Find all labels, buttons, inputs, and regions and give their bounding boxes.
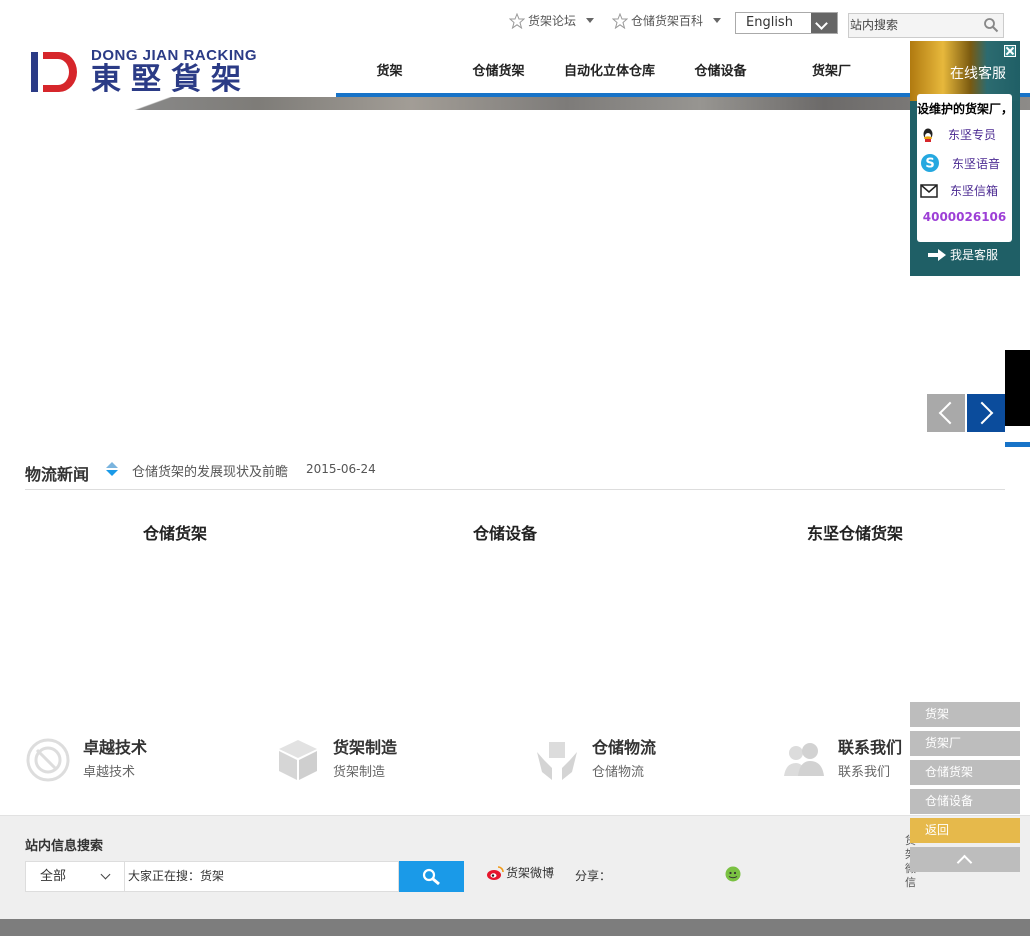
top-utility-bar: 货架论坛 仓储货架百科 bbox=[509, 12, 739, 29]
skype-icon: S bbox=[921, 154, 939, 172]
online-service-panel: 在线客服 设维护的货架厂， 东坚专员 S 东坚语音 东坚信箱 400002610… bbox=[910, 41, 1020, 276]
site-search-placeholder: 站内搜索 bbox=[850, 18, 899, 32]
footer-search-button[interactable] bbox=[399, 861, 464, 892]
email-label: 东坚信箱 bbox=[950, 184, 999, 198]
feature-title: 货架制造 bbox=[333, 738, 398, 757]
email-contact[interactable]: 东坚信箱 bbox=[920, 182, 998, 199]
quick-link-racking[interactable]: 货架 bbox=[910, 702, 1020, 727]
skype-label: 东坚语音 bbox=[952, 156, 1001, 171]
feature-technology[interactable]: 卓越技术 卓越技术 bbox=[25, 734, 147, 784]
chevron-down-icon[interactable] bbox=[811, 13, 837, 33]
news-title: 物流新闻 bbox=[25, 465, 90, 484]
footer-search-input[interactable]: 大家正在搜：货架 bbox=[125, 861, 399, 892]
box-icon bbox=[279, 740, 317, 780]
technology-icon bbox=[26, 738, 70, 782]
service-marquee: 设维护的货架厂， bbox=[917, 102, 1012, 116]
service-title: 在线客服 bbox=[950, 66, 1006, 82]
nav-item-rack-factory[interactable]: 货架厂 bbox=[776, 58, 887, 96]
site-logo[interactable]: DONG JIAN RACKING 東堅貨架 bbox=[29, 48, 257, 96]
slider-next-button[interactable] bbox=[967, 394, 1005, 432]
forum-label: 货架论坛 bbox=[528, 14, 577, 28]
caret-down-icon[interactable] bbox=[713, 18, 722, 23]
back-button[interactable]: 返回 bbox=[910, 818, 1020, 843]
slider-prev-button[interactable] bbox=[927, 394, 965, 432]
news-ticker: 物流新闻 仓储货架的发展现状及前瞻 2015-06-24 bbox=[25, 459, 1005, 490]
nav-item-automated-warehouse[interactable]: 自动化立体仓库 bbox=[554, 58, 665, 96]
news-date: 2015-06-24 bbox=[306, 462, 376, 476]
weibo-link[interactable]: 货架微博 bbox=[486, 864, 554, 881]
site-search-input[interactable]: 站内搜索 bbox=[848, 13, 1004, 38]
weibo-label: 货架微博 bbox=[506, 866, 555, 880]
hands-box-icon bbox=[537, 742, 577, 780]
nav-item-storage-racking[interactable]: 仓储货架 bbox=[443, 58, 554, 96]
category-storage-equipment[interactable]: 仓储设备 bbox=[473, 520, 537, 544]
i-am-service-link[interactable]: 我是客服 bbox=[928, 246, 998, 263]
nav-item-racking[interactable]: 货架 bbox=[336, 58, 443, 96]
feature-subtitle: 卓越技术 bbox=[83, 765, 136, 780]
qq-label: 东坚专员 bbox=[948, 128, 997, 142]
mail-icon bbox=[920, 183, 938, 198]
feature-subtitle: 货架制造 bbox=[333, 765, 386, 780]
side-ad-strip[interactable] bbox=[1005, 350, 1030, 426]
quick-link-rack-factory[interactable]: 货架厂 bbox=[910, 731, 1020, 756]
forum-link[interactable]: 货架论坛 bbox=[509, 12, 595, 29]
wechat-icon[interactable] bbox=[725, 866, 741, 882]
side-accent-bar bbox=[1005, 442, 1030, 447]
search-scope-select[interactable]: 全部 bbox=[25, 861, 125, 892]
up-down-arrows-icon[interactable] bbox=[106, 462, 119, 476]
chevron-right-icon bbox=[970, 401, 994, 425]
page: 货架论坛 仓储货架百科 English 站内搜索 DONG JIAN RACKI… bbox=[0, 0, 1030, 936]
category-dongjian-racking[interactable]: 东坚仓储货架 bbox=[807, 520, 903, 544]
qq-contact[interactable]: 东坚专员 bbox=[920, 126, 996, 143]
close-icon[interactable] bbox=[1004, 45, 1016, 57]
feature-subtitle: 仓储物流 bbox=[592, 765, 645, 780]
i-am-service-label: 我是客服 bbox=[950, 248, 999, 262]
service-body: 设维护的货架厂， 东坚专员 S 东坚语音 东坚信箱 4000026106 bbox=[917, 94, 1012, 242]
footer-search-bar: 全部 大家正在搜：货架 bbox=[25, 861, 464, 892]
feature-logistics[interactable]: 仓储物流 仓储物流 bbox=[534, 734, 656, 784]
search-icon bbox=[422, 868, 440, 886]
logo-text-cn: 東堅貨架 bbox=[91, 62, 251, 97]
arrow-right-icon bbox=[928, 248, 946, 261]
qq-icon bbox=[923, 128, 933, 142]
footer-search-section: 站内信息搜索 全部 大家正在搜：货架 货架微博 分享： 货架微信 bbox=[0, 815, 1030, 919]
chevron-left-icon bbox=[938, 401, 962, 425]
feature-title: 卓越技术 bbox=[83, 738, 148, 757]
skype-contact[interactable]: S 东坚语音 bbox=[920, 153, 1000, 173]
feature-contact[interactable]: 联系我们 联系我们 bbox=[780, 734, 902, 784]
feature-row: 卓越技术 卓越技术 货架制造 货架制造 仓储物流 仓储物流 联系我们 联系我们 bbox=[25, 734, 905, 786]
search-icon[interactable] bbox=[983, 17, 999, 33]
weibo-icon bbox=[487, 865, 504, 880]
footer-search-value: 大家正在搜：货架 bbox=[128, 869, 225, 883]
category-storage-racking[interactable]: 仓储货架 bbox=[143, 520, 207, 544]
back-to-top-button[interactable] bbox=[910, 847, 1020, 872]
service-phone: 4000026106 bbox=[922, 210, 1007, 224]
feature-subtitle: 联系我们 bbox=[838, 765, 891, 780]
banner-image bbox=[0, 97, 1030, 110]
language-value: English bbox=[746, 15, 793, 30]
feature-title: 仓储物流 bbox=[592, 738, 657, 757]
share-label: 分享： bbox=[575, 869, 612, 883]
news-headline-link[interactable]: 仓储货架的发展现状及前瞻 bbox=[132, 461, 288, 480]
encyclopedia-link[interactable]: 仓储货架百科 bbox=[612, 12, 722, 29]
encyclopedia-label: 仓储货架百科 bbox=[631, 14, 704, 28]
feature-title: 联系我们 bbox=[838, 738, 903, 757]
users-icon bbox=[784, 743, 824, 776]
language-select[interactable]: English bbox=[735, 12, 838, 34]
search-scope-value: 全部 bbox=[40, 869, 67, 884]
star-icon bbox=[612, 12, 629, 29]
quick-link-storage-racking[interactable]: 仓储货架 bbox=[910, 760, 1020, 785]
logo-mark-icon bbox=[31, 52, 77, 92]
bottom-bar bbox=[0, 919, 1030, 936]
quick-link-storage-equipment[interactable]: 仓储设备 bbox=[910, 789, 1020, 814]
feature-manufacturing[interactable]: 货架制造 货架制造 bbox=[275, 734, 397, 784]
chevron-down-icon bbox=[100, 869, 111, 880]
footer-search-title: 站内信息搜索 bbox=[25, 839, 104, 854]
floating-quick-links: 货架 货架厂 仓储货架 仓储设备 返回 bbox=[910, 702, 1020, 872]
svg-text:S: S bbox=[925, 157, 934, 172]
star-icon bbox=[509, 12, 525, 29]
nav-item-storage-equipment[interactable]: 仓储设备 bbox=[665, 58, 776, 96]
caret-down-icon[interactable] bbox=[586, 18, 595, 23]
